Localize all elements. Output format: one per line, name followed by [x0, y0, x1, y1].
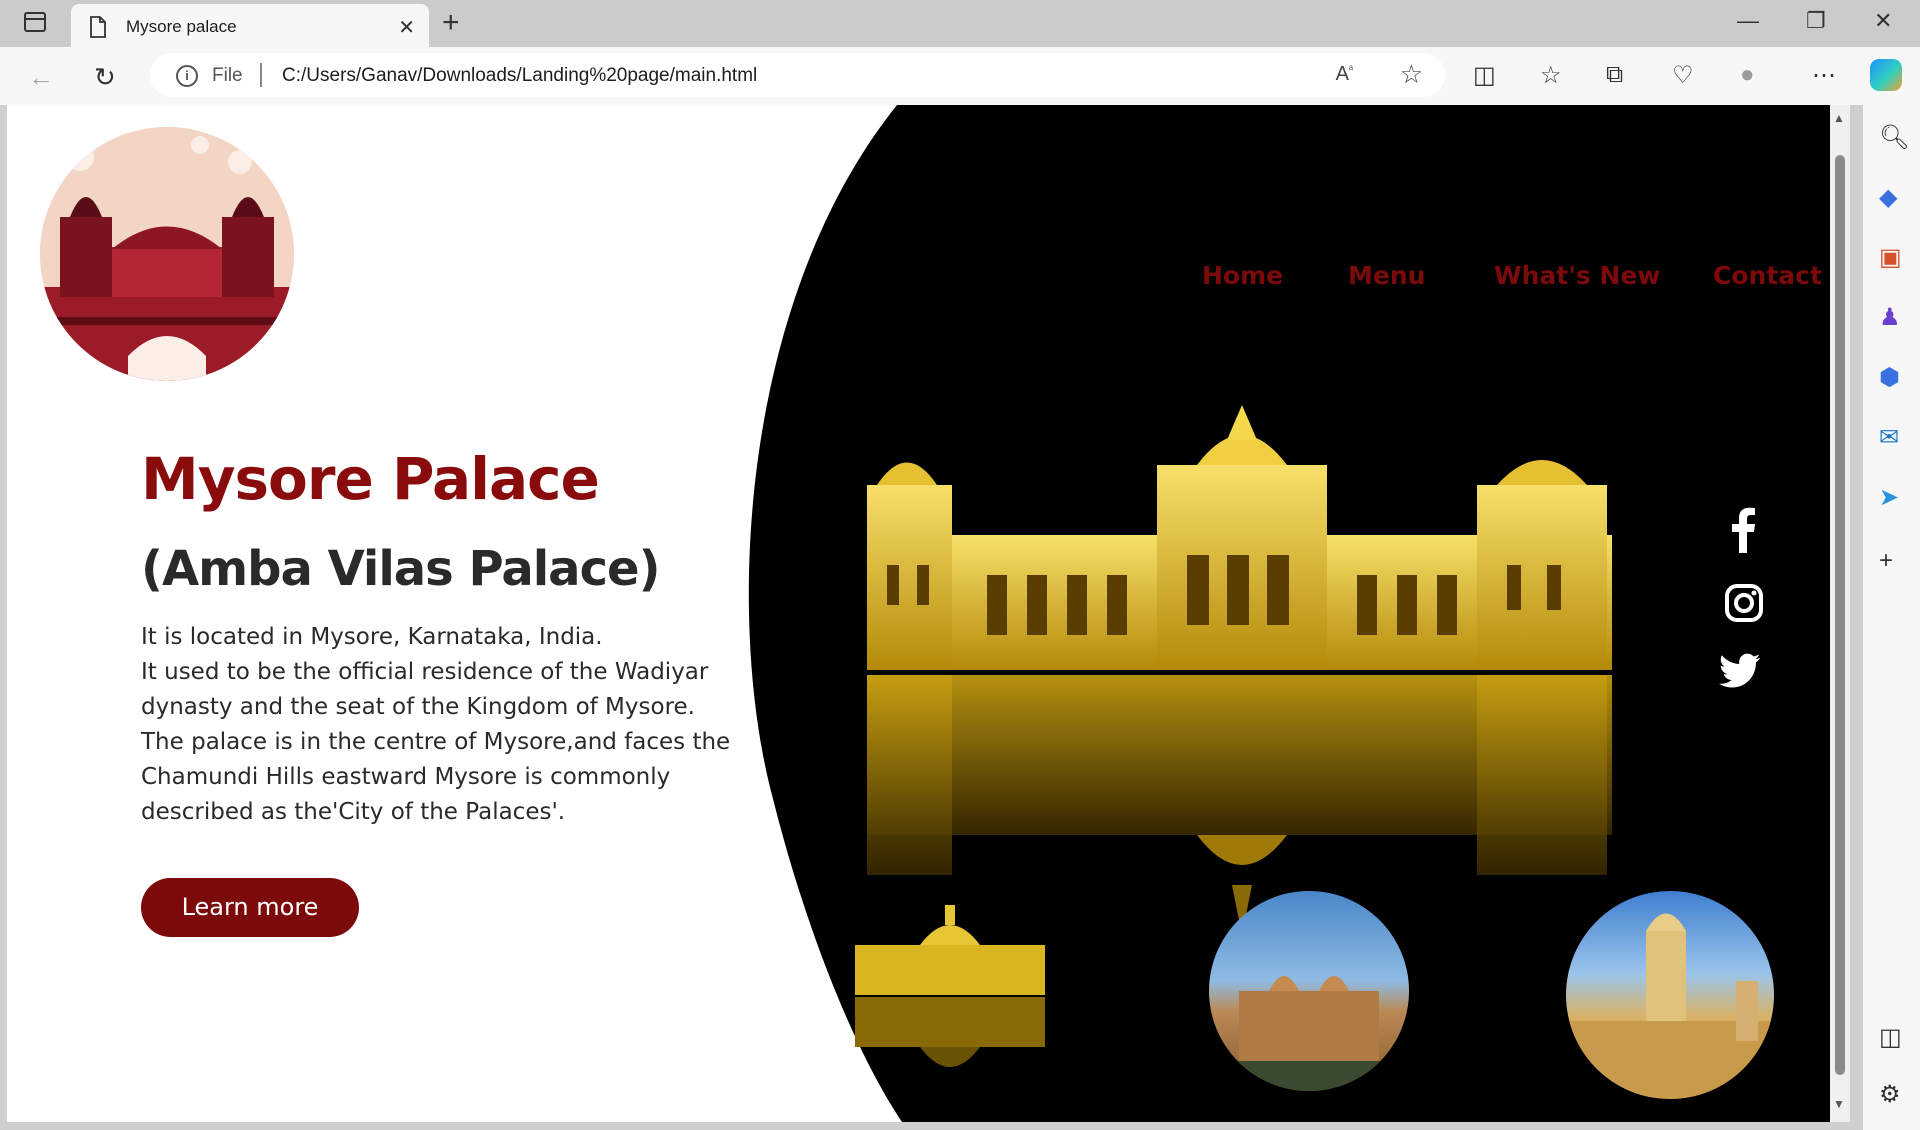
- address-url[interactable]: C:/Users/Ganav/Downloads/Landing%20page/…: [282, 65, 757, 87]
- close-tab-icon[interactable]: ✕: [398, 15, 415, 40]
- scroll-up-icon[interactable]: ▲: [1833, 111, 1845, 125]
- nav-menu-link[interactable]: Menu: [1348, 261, 1425, 290]
- add-sidebar-app-icon[interactable]: +: [1879, 547, 1893, 575]
- new-tab-icon[interactable]: +: [442, 6, 460, 40]
- scrollbar-thumb[interactable]: [1835, 155, 1845, 1075]
- page-viewport: Home Menu What's New Contact Mysore Pala…: [7, 105, 1830, 1122]
- collections-icon[interactable]: ⧉: [1606, 61, 1623, 89]
- twitter-icon[interactable]: [1719, 653, 1761, 689]
- restore-icon[interactable]: ❐: [1806, 8, 1826, 34]
- back-icon[interactable]: ←: [28, 62, 54, 93]
- refresh-icon[interactable]: ↻: [94, 62, 116, 93]
- settings-gear-icon[interactable]: ⚙: [1879, 1080, 1901, 1109]
- outlook-icon[interactable]: ✉: [1879, 423, 1899, 452]
- edge-sidebar: 🔍︎ ◆ ▣ ♟ ⬢ ✉ ➤ + ◫ ⚙: [1863, 105, 1920, 1130]
- nav-whats-new-link[interactable]: What's New: [1494, 261, 1660, 290]
- shopping-tag-icon[interactable]: ◆: [1879, 183, 1897, 212]
- address-separator: [260, 63, 262, 87]
- learn-more-button[interactable]: Learn more: [141, 878, 359, 937]
- send-icon[interactable]: ➤: [1879, 483, 1899, 512]
- address-scheme: File: [212, 65, 243, 86]
- sidebar-panel-icon[interactable]: ◫: [1879, 1023, 1902, 1052]
- search-icon[interactable]: 🔍︎: [1879, 123, 1909, 152]
- palace-thumbnail-day: [1209, 891, 1409, 1091]
- page-title: Mysore Palace: [141, 445, 600, 513]
- copilot-icon[interactable]: [1870, 59, 1902, 91]
- tab-title: Mysore palace: [126, 17, 237, 36]
- close-window-icon[interactable]: ✕: [1874, 8, 1892, 34]
- palace-description: It is located in Mysore, Karnataka, Indi…: [141, 624, 731, 825]
- nav-contact-link[interactable]: Contact: [1713, 261, 1822, 290]
- profile-icon[interactable]: ●: [1740, 61, 1755, 89]
- info-icon[interactable]: i: [176, 65, 198, 87]
- split-screen-icon[interactable]: ◫: [1473, 61, 1496, 90]
- address-bar[interactable]: i File C:/Users/Ganav/Downloads/Landing%…: [150, 53, 1445, 97]
- page-scrollbar[interactable]: ▲ ▼: [1830, 105, 1850, 1122]
- tab-actions-icon[interactable]: [24, 12, 46, 32]
- palace-logo: [40, 127, 294, 381]
- games-icon[interactable]: ♟: [1879, 303, 1901, 332]
- more-options-icon[interactable]: ⋯: [1812, 61, 1836, 90]
- browser-tab-active[interactable]: Mysore palace ✕: [71, 4, 429, 47]
- document-icon: [90, 16, 106, 38]
- browser-toolbar: ← ↻ i File C:/Users/Ganav/Downloads/Land…: [0, 47, 1920, 105]
- favorite-star-icon[interactable]: ☆: [1400, 59, 1423, 90]
- scroll-down-icon[interactable]: ▼: [1833, 1097, 1845, 1111]
- browser-tab-bar: Mysore palace ✕ + — ❐ ✕: [0, 0, 1920, 47]
- tools-icon[interactable]: ▣: [1879, 243, 1902, 272]
- browser-essentials-icon[interactable]: ♡: [1672, 61, 1694, 90]
- favorites-icon[interactable]: ☆: [1540, 61, 1562, 90]
- palace-thumbnail-illuminated: [855, 905, 1045, 1067]
- palace-logo-illustration: [40, 127, 294, 381]
- instagram-icon[interactable]: [1724, 583, 1764, 623]
- minimize-icon[interactable]: —: [1737, 8, 1759, 34]
- palace-night-image: [867, 405, 1612, 935]
- facebook-icon[interactable]: [1727, 505, 1759, 553]
- palace-thumbnail-tower: [1566, 891, 1774, 1099]
- read-aloud-icon[interactable]: Aᵃ: [1336, 63, 1353, 86]
- page-subtitle: (Amba Vilas Palace): [141, 541, 661, 597]
- nav-home-link[interactable]: Home: [1202, 261, 1283, 290]
- microsoft365-icon[interactable]: ⬢: [1879, 363, 1900, 392]
